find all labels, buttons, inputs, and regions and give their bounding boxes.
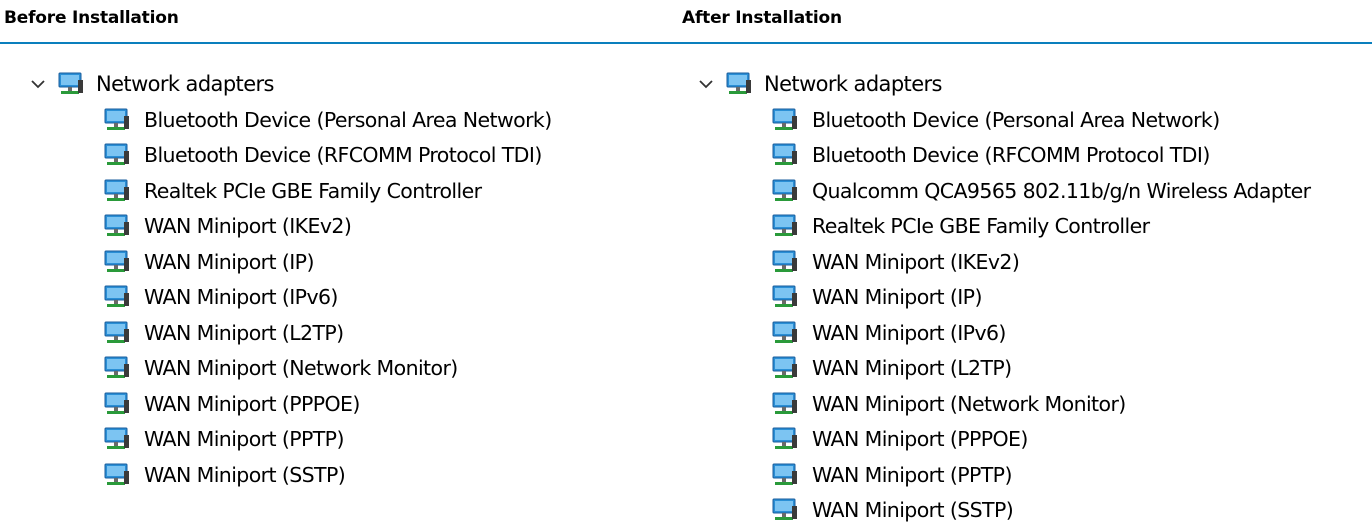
device-item[interactable]: WAN Miniport (IKEv2) [104, 209, 552, 245]
device-label: WAN Miniport (IKEv2) [812, 249, 1020, 274]
device-item[interactable]: Realtek PCIe GBE Family Controller [104, 173, 552, 209]
network-adapter-icon [104, 427, 144, 451]
device-label: Realtek PCIe GBE Family Controller [812, 214, 1150, 239]
network-adapters-category[interactable]: Network adapters [30, 66, 552, 102]
network-adapter-icon [58, 72, 96, 96]
network-adapter-icon [104, 143, 144, 167]
comparison-view: Before Installation After Installation N… [0, 0, 1372, 532]
device-label: Qualcomm QCA9565 802.11b/g/n Wireless Ad… [812, 178, 1311, 203]
device-item[interactable]: Bluetooth Device (Personal Area Network) [772, 102, 1311, 138]
network-adapter-icon [772, 143, 812, 167]
network-adapter-icon [726, 72, 764, 96]
network-adapter-icon [772, 214, 812, 238]
device-label: WAN Miniport (IP) [144, 249, 314, 274]
device-label: WAN Miniport (IP) [812, 285, 982, 310]
device-item[interactable]: Bluetooth Device (RFCOMM Protocol TDI) [104, 138, 552, 174]
network-adapter-icon [104, 392, 144, 416]
device-item[interactable]: WAN Miniport (SSTP) [772, 493, 1311, 529]
device-label: Bluetooth Device (RFCOMM Protocol TDI) [144, 143, 542, 168]
network-adapter-icon [772, 498, 812, 522]
network-adapter-icon [772, 108, 812, 132]
device-item[interactable]: WAN Miniport (SSTP) [104, 457, 552, 493]
category-label: Network adapters [96, 72, 274, 96]
device-item[interactable]: Bluetooth Device (RFCOMM Protocol TDI) [772, 138, 1311, 174]
device-label: WAN Miniport (SSTP) [144, 462, 346, 487]
network-adapters-category[interactable]: Network adapters [698, 66, 1311, 102]
device-label: Bluetooth Device (RFCOMM Protocol TDI) [812, 143, 1210, 168]
network-adapter-icon [104, 108, 144, 132]
category-label: Network adapters [764, 72, 942, 96]
device-item[interactable]: WAN Miniport (IPv6) [104, 280, 552, 316]
network-adapter-icon [772, 179, 812, 203]
device-label: WAN Miniport (PPTP) [144, 427, 344, 452]
device-item[interactable]: WAN Miniport (IPv6) [772, 315, 1311, 351]
device-label: Realtek PCIe GBE Family Controller [144, 178, 482, 203]
device-label: WAN Miniport (SSTP) [812, 498, 1014, 523]
device-item[interactable]: WAN Miniport (PPTP) [772, 457, 1311, 493]
network-adapter-icon [772, 321, 812, 345]
network-adapter-icon [104, 356, 144, 380]
device-item[interactable]: Bluetooth Device (Personal Area Network) [104, 102, 552, 138]
device-label: WAN Miniport (IPv6) [144, 285, 338, 310]
device-item[interactable]: Realtek PCIe GBE Family Controller [772, 209, 1311, 245]
device-item[interactable]: WAN Miniport (L2TP) [772, 351, 1311, 387]
before-installation-header: Before Installation [4, 8, 179, 28]
network-adapter-icon [104, 321, 144, 345]
device-item[interactable]: Qualcomm QCA9565 802.11b/g/n Wireless Ad… [772, 173, 1311, 209]
device-label: Bluetooth Device (Personal Area Network) [812, 107, 1220, 132]
network-adapter-icon [104, 214, 144, 238]
after-device-list: Bluetooth Device (Personal Area Network)… [772, 102, 1311, 528]
device-item[interactable]: WAN Miniport (L2TP) [104, 315, 552, 351]
after-device-tree: Network adapters Bluetooth Device (Perso… [698, 66, 1311, 528]
device-label: WAN Miniport (PPTP) [812, 462, 1012, 487]
network-adapter-icon [772, 285, 812, 309]
device-label: WAN Miniport (L2TP) [812, 356, 1012, 381]
device-label: WAN Miniport (L2TP) [144, 320, 344, 345]
header-row: Before Installation After Installation [0, 0, 1372, 44]
network-adapter-icon [104, 179, 144, 203]
chevron-down-icon[interactable] [30, 76, 46, 92]
device-label: WAN Miniport (PPPOE) [812, 427, 1028, 452]
after-installation-header: After Installation [682, 8, 842, 28]
network-adapter-icon [772, 463, 812, 487]
device-label: WAN Miniport (IKEv2) [144, 214, 352, 239]
device-item[interactable]: WAN Miniport (PPPOE) [772, 422, 1311, 458]
network-adapter-icon [772, 250, 812, 274]
device-item[interactable]: WAN Miniport (PPTP) [104, 422, 552, 458]
before-device-tree: Network adapters Bluetooth Device (Perso… [30, 66, 552, 493]
device-label: WAN Miniport (PPPOE) [144, 391, 360, 416]
device-label: WAN Miniport (Network Monitor) [144, 356, 458, 381]
network-adapter-icon [772, 392, 812, 416]
device-item[interactable]: WAN Miniport (IKEv2) [772, 244, 1311, 280]
device-label: WAN Miniport (IPv6) [812, 320, 1006, 345]
network-adapter-icon [772, 356, 812, 380]
network-adapter-icon [104, 285, 144, 309]
before-device-list: Bluetooth Device (Personal Area Network)… [104, 102, 552, 493]
network-adapter-icon [104, 463, 144, 487]
network-adapter-icon [772, 427, 812, 451]
device-label: Bluetooth Device (Personal Area Network) [144, 107, 552, 132]
device-item[interactable]: WAN Miniport (Network Monitor) [772, 386, 1311, 422]
device-item[interactable]: WAN Miniport (IP) [772, 280, 1311, 316]
device-item[interactable]: WAN Miniport (PPPOE) [104, 386, 552, 422]
device-item[interactable]: WAN Miniport (IP) [104, 244, 552, 280]
network-adapter-icon [104, 250, 144, 274]
chevron-down-icon[interactable] [698, 76, 714, 92]
device-item[interactable]: WAN Miniport (Network Monitor) [104, 351, 552, 387]
device-label: WAN Miniport (Network Monitor) [812, 391, 1126, 416]
